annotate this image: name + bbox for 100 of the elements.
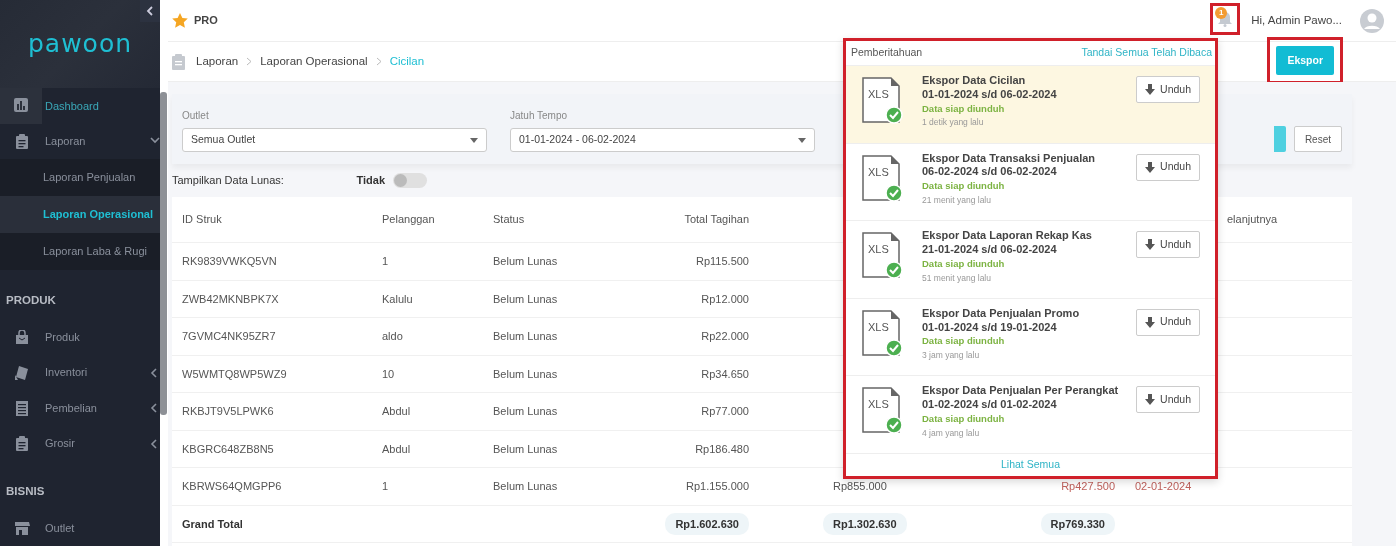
select-field[interactable]: 01-01-2024 - 06-02-2024	[510, 128, 815, 152]
download-icon	[1145, 84, 1156, 95]
table-cell-text: Belum Lunas	[492, 329, 559, 344]
column-header: ID Struk	[181, 212, 223, 228]
chevron-left-icon	[146, 6, 154, 16]
notification-title: Ekspor Data Cicilan	[922, 74, 1027, 88]
submenu-item[interactable]: Laporan Penjualan	[0, 159, 160, 197]
total-label: Grand Total	[181, 516, 244, 532]
clipboard-icon	[15, 436, 30, 452]
table-cell-text: Belum Lunas	[492, 291, 559, 307]
sidebar-item[interactable]: Inventori	[0, 354, 160, 391]
table-cell-text: Abdul	[381, 441, 412, 457]
user-greeting[interactable]: Hi, Admin Pawo...	[1251, 11, 1342, 30]
download-icon	[1145, 316, 1156, 328]
table-cell-text: Rp34.650	[700, 366, 749, 382]
table-cell-text: Rp77.000	[700, 404, 749, 419]
date-range: 06-02-2024 s/d 06-02-2024	[922, 165, 1058, 180]
caret-icon	[470, 137, 478, 143]
table-cell-text: Belum Lunas	[492, 441, 559, 457]
download-button[interactable]: Unduh	[1136, 386, 1200, 414]
table-cell-text: Belum Lunas	[492, 479, 559, 494]
table-cell-text: Belum Lunas	[492, 404, 559, 419]
star-icon	[172, 13, 188, 28]
date-range: 01-01-2024 s/d 19-01-2024	[922, 320, 1058, 335]
clipboard-icon	[15, 133, 30, 149]
table-cell-text: Rp1.155.000	[685, 479, 749, 494]
table-cell-text: Belum Lunas	[492, 254, 559, 269]
table-cell-text: ZWB42MKNBPK7X	[181, 291, 280, 307]
date-range: 01-02-2024 s/d 01-02-2024	[922, 398, 1058, 412]
table-cell-text: Rp12.000	[700, 291, 749, 307]
notification-item[interactable]: XLS Ekspor Data Laporan Rekap Kas 21-01-2024 s/d 06-02-2024 Data siap diunduh 51 menit yang lalu Unduh	[846, 221, 1215, 299]
panel-title: Pemberitahuan	[851, 45, 923, 61]
sidebar-item[interactable]: Dashboard	[0, 88, 160, 124]
scrollbar[interactable]	[160, 92, 167, 415]
table-cell-text: RK9839VWKQ5VN	[181, 254, 278, 269]
notification-title: Ekspor Data Transaksi Penjualan	[922, 151, 1097, 166]
chevron-left-icon	[150, 438, 160, 449]
breadcrumb-link[interactable]: Laporan	[196, 52, 239, 71]
store-icon	[15, 520, 30, 536]
file-type: XLS	[868, 166, 889, 178]
table-cell-text: Abdul	[381, 404, 412, 419]
field-label: Jatuh Tempo	[510, 109, 569, 123]
timestamp: 3 jam yang lalu	[922, 350, 981, 361]
table-cell-text: Rp115.500	[695, 254, 749, 269]
notification-item[interactable]: XLS Ekspor Data Penjualan Per Perangkat 01-02-2024 s/d 01-02-2024 Data siap diunduh 4 jam yang lalu Unduh	[846, 376, 1215, 454]
avatar-icon[interactable]	[1360, 8, 1384, 33]
status-text: Data siap diunduh	[922, 257, 1006, 270]
boxes-icon	[15, 365, 30, 381]
download-button[interactable]: Unduh	[1136, 308, 1200, 336]
date-range: 01-01-2024 s/d 06-02-2024	[922, 87, 1058, 102]
table-cell-text: aldo	[381, 329, 404, 344]
table-cell-text: Rp22.000	[700, 329, 749, 344]
sidebar-item[interactable]: Grosir	[0, 425, 160, 462]
notification-item[interactable]: XLS Ekspor Data Penjualan Promo 01-01-2024 s/d 19-01-2024 Data siap diunduh 3 jam yang lalu Unduh	[846, 298, 1215, 377]
submenu-item[interactable]: Laporan Laba & Rugi	[0, 233, 160, 271]
download-icon	[1145, 161, 1156, 173]
reset-button[interactable]: Reset	[1293, 126, 1342, 152]
field-label: Outlet	[182, 109, 210, 123]
timestamp: 4 jam yang lalu	[922, 427, 981, 439]
file-type: XLS	[868, 244, 889, 256]
sidebar-item[interactable]: Laporan	[0, 123, 160, 160]
toggle-switch[interactable]	[393, 173, 427, 188]
section-title: BISNIS	[5, 484, 46, 500]
table-cell-text: KBGRC648ZB8N5	[181, 441, 275, 457]
clipboard-icon	[172, 53, 185, 70]
section-title: PRODUK	[5, 293, 57, 309]
file-type: XLS	[868, 321, 889, 333]
download-button[interactable]: Unduh	[1136, 231, 1200, 259]
column-header: Status	[492, 212, 526, 228]
chevron-left-icon	[150, 367, 160, 378]
sidebar-item[interactable]: Produk	[0, 319, 160, 355]
timestamp: 1 detik yang lalu	[922, 117, 985, 128]
xls-file-icon	[862, 309, 904, 358]
notification-item[interactable]: XLS Ekspor Data Transaksi Penjualan 06-02-2024 s/d 06-02-2024 Data siap diunduh 21 menit yang lalu Unduh	[846, 143, 1215, 222]
column-header: Total Tagihan	[683, 212, 749, 228]
sidebar-item[interactable]: Outlet	[0, 510, 160, 546]
notification-badge: 1	[1215, 6, 1228, 19]
breadcrumb-link[interactable]: Laporan Operasional	[260, 52, 368, 71]
plan-label: PRO	[194, 13, 218, 29]
download-icon	[1145, 394, 1156, 406]
xls-file-icon	[862, 232, 904, 281]
notification-item[interactable]: XLS Ekspor Data Cicilan 01-01-2024 s/d 06-02-2024 Data siap diunduh 1 detik yang lalu Unduh	[846, 66, 1215, 144]
table-cell-text: Kalulu	[381, 291, 414, 307]
download-button[interactable]: Unduh	[1136, 76, 1200, 103]
table-cell-text: 1	[381, 254, 390, 269]
select-field[interactable]: Semua Outlet	[182, 128, 487, 152]
sidebar-item[interactable]: Pembelian	[0, 390, 160, 426]
xls-file-icon	[862, 77, 904, 125]
file-type: XLS	[868, 399, 889, 411]
apply-button[interactable]	[1273, 126, 1286, 152]
submenu-item[interactable]: Laporan Operasional	[0, 196, 160, 234]
download-button[interactable]: Unduh	[1136, 153, 1200, 181]
xls-file-icon	[862, 154, 904, 203]
table-cell-text: W5WMTQ8WP5WZ9	[181, 366, 288, 382]
caret-icon	[798, 137, 806, 143]
total-value: Rp1.602.630	[665, 512, 749, 535]
collapse-button[interactable]	[140, 0, 160, 22]
table-cell-text: 1	[381, 479, 390, 494]
toggle-state: Tidak	[356, 173, 385, 189]
notification-title: Ekspor Data Penjualan Per Perangkat	[922, 384, 1120, 399]
